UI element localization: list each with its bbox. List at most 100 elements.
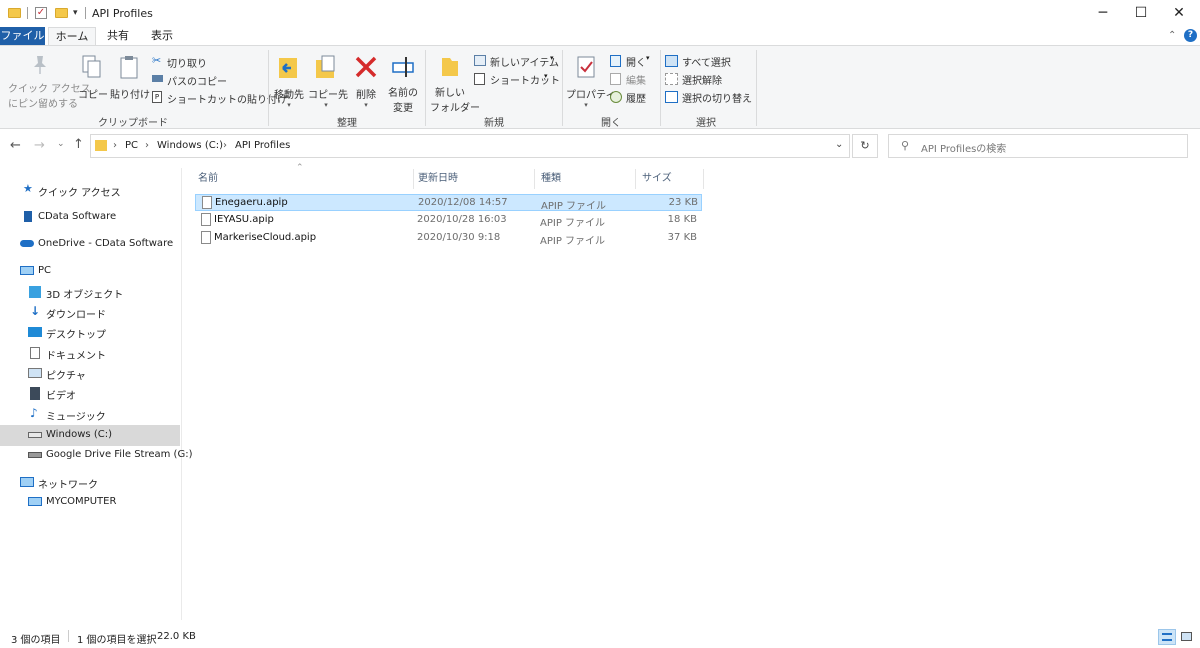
address-bar[interactable]: › PC › Windows (C:) › API Profiles ⌄ <box>90 134 850 158</box>
file-icon <box>201 231 211 244</box>
column-header-name[interactable]: 名前 <box>198 170 412 190</box>
paste-shortcut-button[interactable]: P ショートカットの貼り付け <box>152 90 287 106</box>
delete-x-icon <box>355 56 377 78</box>
nav-item-downloads[interactable]: ↓ ダウンロード <box>0 302 180 323</box>
new-folder-icon <box>442 58 458 76</box>
properties-check-icon[interactable]: ✓ <box>35 7 47 19</box>
move-to-button[interactable]: 移動先 ▾ <box>272 54 306 110</box>
drive-icon <box>28 432 42 438</box>
column-separator[interactable] <box>635 169 636 189</box>
cube-icon <box>29 286 41 298</box>
edit-label: 編集 <box>626 76 646 87</box>
copy-to-icon <box>316 55 335 78</box>
nav-item-google-drive[interactable]: Google Drive File Stream (G:) <box>0 445 192 466</box>
shortcut-label: ショートカット <box>490 76 560 87</box>
group-separator <box>756 50 757 126</box>
file-row[interactable]: MarkeriseCloud.apip 2020/10/30 9:18 APIP… <box>195 230 702 247</box>
properties-button[interactable]: プロパティ ▾ <box>566 54 615 110</box>
select-all-button[interactable]: すべて選択 <box>665 54 745 69</box>
breadcrumb-chevron-icon[interactable]: › <box>145 140 149 151</box>
cloud-icon <box>20 240 34 247</box>
column-header-modified[interactable]: 更新日時 <box>418 170 532 190</box>
pin-to-quick-access-button[interactable]: クイック アクセス にピン留めする <box>8 54 91 110</box>
separator <box>68 630 69 642</box>
forward-arrow-icon[interactable]: → <box>34 138 45 153</box>
tab-home[interactable]: ホーム <box>48 27 96 45</box>
new-folder-button[interactable]: 新しい フォルダー <box>430 54 480 114</box>
nav-item-videos[interactable]: ビデオ <box>0 383 180 404</box>
select-none-button[interactable]: 選択解除 <box>665 72 745 87</box>
picture-icon <box>28 368 42 378</box>
new-folder-quick-icon[interactable] <box>55 8 68 18</box>
nav-item-cdata-software[interactable]: CData Software <box>0 207 180 228</box>
nav-item-mycomputer[interactable]: MYCOMPUTER <box>0 492 180 513</box>
nav-item-windows-c[interactable]: Windows (C:) <box>0 425 180 446</box>
shortcut-button[interactable]: ショートカット ▾ <box>474 72 560 87</box>
invert-selection-button[interactable]: 選択の切り替え <box>665 90 755 105</box>
column-header-type[interactable]: 種類 <box>541 170 633 190</box>
nav-label: クイック アクセス <box>38 188 121 199</box>
copy-button[interactable]: コピー <box>78 54 108 110</box>
nav-item-pc[interactable]: PC <box>0 261 180 282</box>
file-row[interactable]: Enegaeru.apip 2020/12/08 14:57 APIP ファイル… <box>195 194 702 212</box>
rename-label-line1: 名前の <box>388 88 418 99</box>
nav-item-network[interactable]: ネットワーク <box>0 472 180 493</box>
column-header-size[interactable]: サイズ <box>642 170 702 190</box>
paste-button[interactable]: 貼り付け <box>110 54 150 110</box>
file-name: Enegaeru.apip <box>215 197 288 208</box>
recent-locations-chevron-icon[interactable]: ⌄ <box>57 139 65 149</box>
customize-quick-access-dropdown-icon[interactable]: ▾ <box>73 8 78 18</box>
delete-button[interactable]: 削除 ▾ <box>350 54 382 110</box>
column-separator[interactable] <box>534 169 535 189</box>
group-separator <box>268 50 269 126</box>
tab-share[interactable]: 共有 <box>100 27 136 45</box>
nav-item-documents[interactable]: ドキュメント <box>0 343 180 364</box>
history-icon <box>610 91 622 103</box>
copy-path-button[interactable]: パスのコピー <box>152 72 232 88</box>
large-icons-view-button[interactable] <box>1178 629 1196 645</box>
nav-item-3d-objects[interactable]: 3D オブジェクト <box>0 282 180 303</box>
nav-item-desktop[interactable]: デスクトップ <box>0 322 180 343</box>
breadcrumb-chevron-icon[interactable]: › <box>113 140 117 151</box>
group-label-clipboard: クリップボード <box>98 118 168 129</box>
navigation-bar: ← → ⌄ ↑ › PC › Windows (C:) › API Profil… <box>0 132 1200 160</box>
file-size: 23 KB <box>668 197 698 208</box>
details-view-button[interactable] <box>1158 629 1176 645</box>
monitor-icon <box>20 266 34 275</box>
help-icon[interactable]: ? <box>1184 29 1197 42</box>
breadcrumb-pc[interactable]: PC <box>125 140 138 151</box>
address-history-chevron-icon[interactable]: ⌄ <box>835 139 843 150</box>
nav-item-pictures[interactable]: ピクチャ <box>0 363 180 384</box>
nav-item-quick-access[interactable]: ★ クイック アクセス <box>0 180 180 201</box>
tab-file[interactable]: ファイル <box>0 27 45 45</box>
edit-button[interactable]: 編集 <box>610 72 656 87</box>
rename-button[interactable]: 名前の 変更 <box>386 54 420 114</box>
building-icon <box>24 211 32 222</box>
nav-item-onedrive[interactable]: OneDrive - CData Software <box>0 234 180 255</box>
breadcrumb-windows-c[interactable]: Windows (C:) <box>157 140 223 151</box>
nav-label: PC <box>38 265 52 276</box>
file-icon <box>202 196 212 209</box>
copy-path-icon <box>152 75 163 82</box>
close-button[interactable]: ✕ <box>1156 0 1200 26</box>
new-item-button[interactable]: 新しいアイテム ▾ <box>474 54 559 69</box>
nav-item-music[interactable]: ♪ ミュージック <box>0 404 180 425</box>
back-arrow-icon[interactable]: ← <box>10 138 21 153</box>
file-modified: 2020/12/08 14:57 <box>418 197 508 208</box>
breadcrumb-api-profiles[interactable]: API Profiles <box>235 140 290 151</box>
history-button[interactable]: 履歴 <box>610 90 656 105</box>
search-box[interactable]: ⚲ API Profilesの検索 <box>888 134 1188 158</box>
file-row[interactable]: IEYASU.apip 2020/10/28 16:03 APIP ファイル 1… <box>195 212 702 229</box>
open-button[interactable]: 開く ▾ <box>610 54 656 69</box>
up-arrow-icon[interactable]: ↑ <box>73 137 84 152</box>
copy-to-button[interactable]: コピー先 ▾ <box>308 54 348 110</box>
column-separator[interactable] <box>413 169 414 189</box>
breadcrumb-chevron-icon[interactable]: › <box>223 140 227 151</box>
file-name: MarkeriseCloud.apip <box>214 232 317 243</box>
column-separator[interactable] <box>703 169 704 189</box>
group-label-organize: 整理 <box>337 118 357 129</box>
tab-view[interactable]: 表示 <box>142 27 182 45</box>
refresh-button[interactable]: ↻ <box>852 134 878 158</box>
collapse-ribbon-icon[interactable]: ⌃ <box>1168 30 1176 41</box>
properties-icon <box>577 56 595 78</box>
